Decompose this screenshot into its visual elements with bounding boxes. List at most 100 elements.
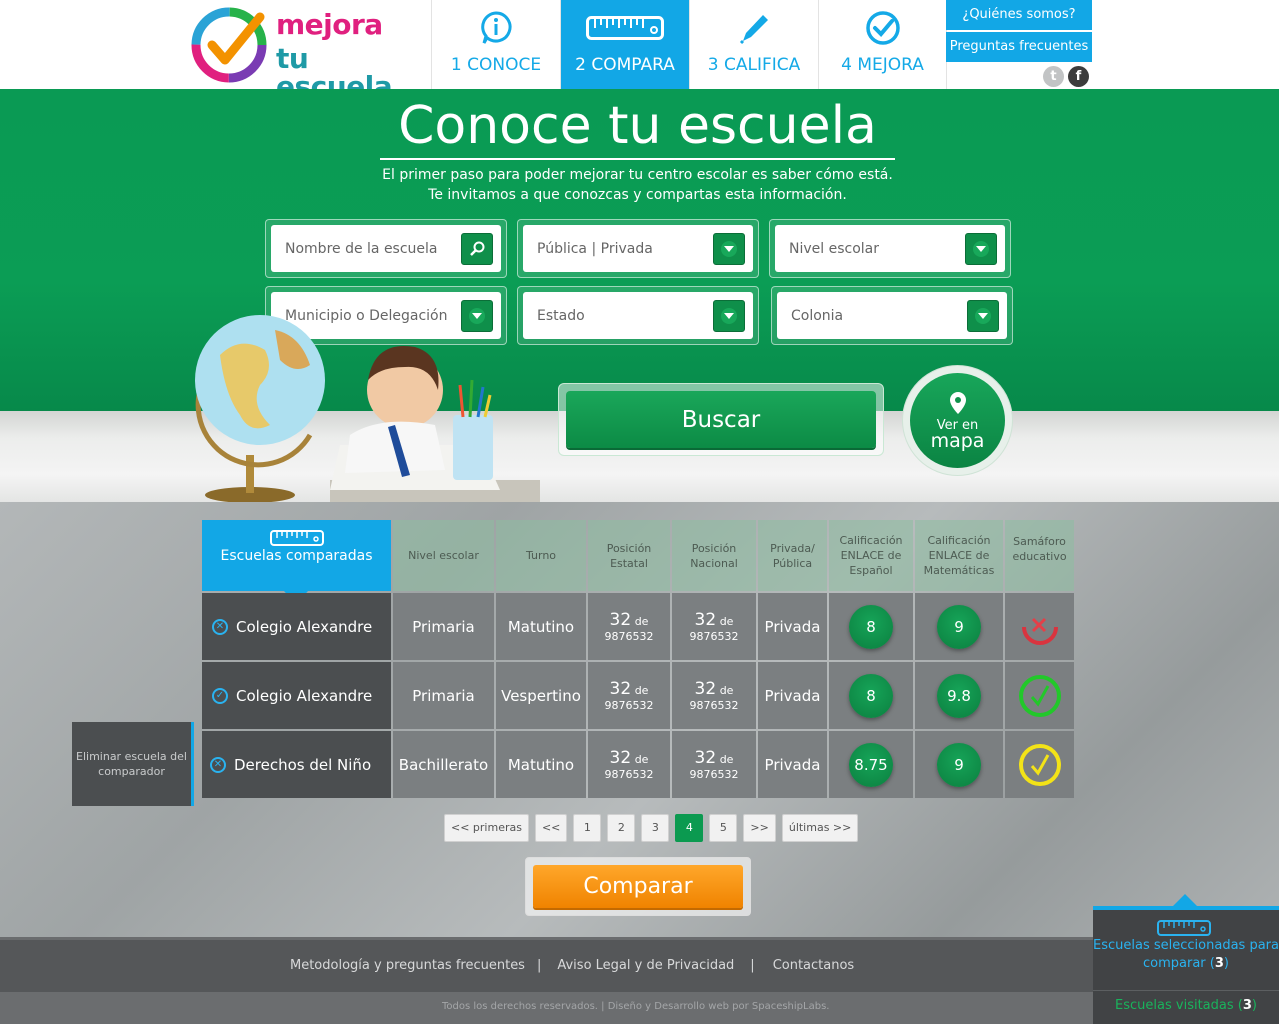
col-pos-estatal: Posición Estatal	[588, 520, 670, 591]
school-name-input[interactable]: Nombre de la escuela	[271, 225, 501, 272]
pos-value: 32	[609, 748, 632, 768]
page-1[interactable]: 1	[573, 814, 602, 842]
matematicas-cell: 9	[915, 593, 1003, 660]
pos-de: de	[719, 684, 734, 697]
preguntas-frecuentes-link[interactable]: Preguntas frecuentes	[946, 32, 1092, 62]
compared-schools-label: Escuelas comparadas	[220, 548, 373, 564]
footer-links: Metodología y preguntas frecuentes | Avi…	[290, 958, 854, 973]
col-semaforo: Samáforo educativo	[1005, 520, 1074, 591]
remove-x-icon[interactable]: ✕	[210, 756, 226, 773]
page-last[interactable]: últimas >>	[781, 814, 859, 842]
nivel-cell: Primaria	[393, 593, 494, 660]
contact-link[interactable]: Contactanos	[773, 958, 855, 973]
pos-total: 9876532	[689, 699, 739, 712]
copyright: Todos los derechos reservados. | Diseño …	[442, 1001, 830, 1012]
colonia-field: Colonia	[771, 286, 1013, 345]
selected-check-icon[interactable]: ✓	[212, 687, 228, 704]
nivel-cell: Primaria	[393, 662, 494, 729]
chevron-down-icon[interactable]	[713, 232, 745, 265]
school-name-cell[interactable]: ✕ Derechos del Niño	[202, 731, 391, 798]
school-name: Colegio Alexandre	[236, 617, 373, 636]
col-pos-nacional: Posición Nacional	[672, 520, 756, 591]
page-3[interactable]: 3	[641, 814, 670, 842]
school-name-cell[interactable]: ✓ Colegio Alexandre	[202, 662, 391, 729]
espanol-cell: 8	[829, 593, 913, 660]
school-name: Colegio Alexandre	[236, 686, 373, 705]
logo[interactable]: mejora tu escuela	[190, 5, 425, 101]
col-espanol: Calificación ENLACE de Español	[829, 520, 913, 591]
chevron-down-icon[interactable]	[965, 232, 997, 265]
pos-estatal-cell: 32 de 9876532	[588, 593, 670, 660]
facebook-icon[interactable]: f	[1068, 66, 1089, 87]
page-next[interactable]: >>	[743, 814, 776, 842]
page-prev[interactable]: <<	[534, 814, 568, 842]
nav-label: 2 COMPARA	[575, 55, 675, 75]
check-circle-icon	[865, 11, 901, 45]
search-button[interactable]: Buscar	[566, 391, 876, 448]
nav-compara[interactable]: 2 COMPARA	[560, 0, 689, 89]
pos-total: 9876532	[689, 768, 739, 781]
semaforo-yellow-check-icon	[1018, 743, 1061, 786]
legal-link[interactable]: Aviso Legal y de Privacidad	[557, 958, 734, 973]
school-level-select[interactable]: Nivel escolar	[775, 225, 1005, 272]
page-5[interactable]: 5	[709, 814, 738, 842]
info-icon	[480, 11, 512, 45]
privada-cell: Privada	[758, 593, 827, 660]
public-private-select[interactable]: Pública | Privada	[523, 225, 753, 272]
pos-value: 32	[609, 610, 632, 630]
state-value: Estado	[537, 307, 585, 324]
espanol-cell: 8	[829, 662, 913, 729]
hero-subtitle-line2: Te invitamos a que conozcas y compartas …	[428, 187, 847, 203]
map-button-wrap: Ver en mapa	[902, 365, 1013, 476]
pos-value: 32	[694, 679, 717, 699]
remove-school-tooltip: Eliminar escuela del comparador	[72, 722, 194, 806]
search-icon[interactable]	[461, 232, 493, 265]
visited-schools-label: Escuelas visitadas (	[1115, 998, 1243, 1013]
page-title: Conoce tu escuela	[380, 100, 895, 160]
col-privada: Privada/ Pública	[758, 520, 827, 591]
map-pin-icon	[949, 391, 966, 414]
nav-conoce[interactable]: 1 CONOCE	[431, 0, 560, 89]
pos-de: de	[634, 684, 649, 697]
page-2[interactable]: 2	[607, 814, 636, 842]
pos-value: 32	[694, 748, 717, 768]
chevron-down-icon[interactable]	[713, 299, 745, 332]
public-private-field: Pública | Privada	[517, 219, 759, 278]
map-button[interactable]: Ver en mapa	[910, 373, 1005, 468]
methodology-link[interactable]: Metodología y preguntas frecuentes	[290, 958, 525, 973]
compare-button[interactable]: Comparar	[533, 865, 743, 908]
nav-califica[interactable]: 3 CALIFICA	[689, 0, 818, 89]
visited-schools-link[interactable]: Escuelas visitadas (3)	[1093, 990, 1279, 1020]
compare-button-wrap: Comparar	[525, 857, 751, 916]
turno-cell: Matutino	[496, 593, 586, 660]
selected-schools-link[interactable]: Escuelas seleccionadas para comparar (3)	[1093, 937, 1279, 973]
pos-estatal-cell: 32 de 9876532	[588, 662, 670, 729]
espanol-cell: 8.75	[829, 731, 913, 798]
pencil-icon	[737, 11, 771, 45]
pos-total: 9876532	[604, 630, 654, 643]
nav-label: 3 CALIFICA	[707, 55, 801, 75]
state-select[interactable]: Estado	[523, 292, 753, 339]
ruler-icon	[586, 11, 664, 45]
hero-subtitle: El primer paso para poder mejorar tu cen…	[330, 165, 945, 205]
pos-de: de	[719, 615, 734, 628]
score-badge: 9	[937, 604, 981, 649]
page-first[interactable]: << primeras	[444, 814, 529, 842]
search-button-wrap: Buscar	[558, 383, 884, 456]
page-4[interactable]: 4	[675, 814, 704, 842]
school-name-field: Nombre de la escuela	[265, 219, 507, 278]
public-private-value: Pública | Privada	[537, 240, 653, 257]
compared-schools-header: Escuelas comparadas	[202, 520, 391, 591]
privada-cell: Privada	[758, 731, 827, 798]
twitter-icon[interactable]: t	[1043, 66, 1064, 87]
school-name-cell[interactable]: ✕ Colegio Alexandre	[202, 593, 391, 660]
chevron-down-icon[interactable]	[967, 299, 999, 332]
quienes-somos-link[interactable]: ¿Quiénes somos?	[946, 0, 1092, 30]
remove-x-icon[interactable]: ✕	[212, 618, 228, 635]
semaforo-cell	[1005, 731, 1074, 798]
nav-mejora[interactable]: 4 MEJORA	[818, 0, 947, 89]
hero-subtitle-line1: El primer paso para poder mejorar tu cen…	[382, 167, 893, 183]
colonia-select[interactable]: Colonia	[777, 292, 1007, 339]
nivel-cell: Bachillerato	[393, 731, 494, 798]
map-button-big: mapa	[930, 429, 985, 452]
